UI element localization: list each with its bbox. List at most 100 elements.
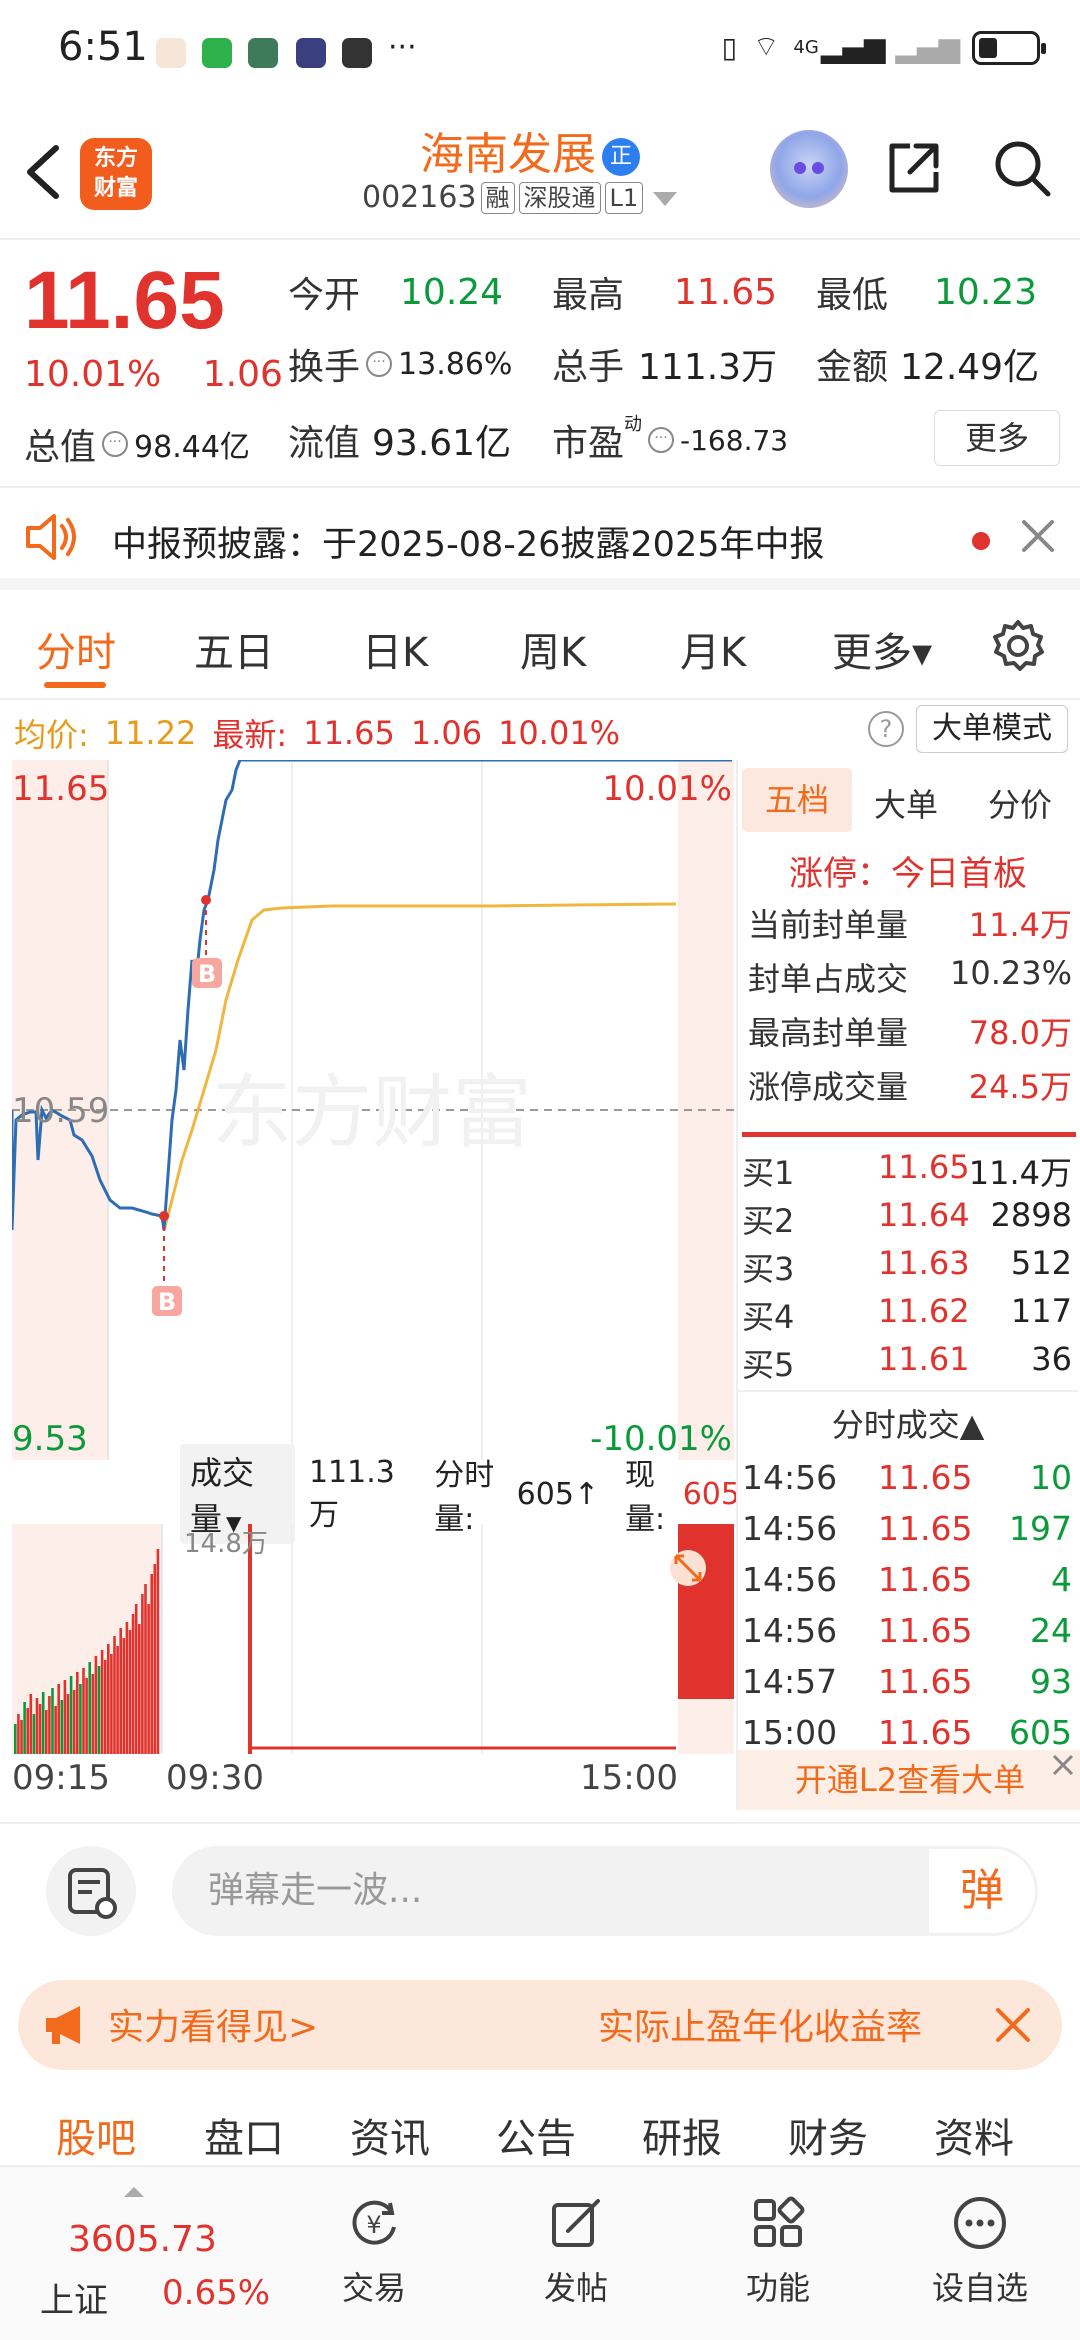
- volume-chart[interactable]: 14.8万: [12, 1524, 734, 1754]
- tab-more[interactable]: 更多▾: [832, 620, 932, 678]
- nav-add-watchlist-label: 设自选: [931, 2269, 1028, 2307]
- nav-functions[interactable]: 功能: [718, 2195, 838, 2309]
- notice-bar[interactable]: 中报预披露：于2025-08-26披露2025年中报: [0, 490, 1080, 590]
- avg-label: 均价:: [14, 716, 89, 754]
- marker-dot: [159, 1211, 169, 1221]
- tick-row: 14:56 11.65 24: [738, 1611, 1078, 1659]
- pe-dynamic-sup: 动: [624, 414, 643, 435]
- close-icon[interactable]: [1050, 1752, 1076, 1778]
- danmaku-settings-icon[interactable]: [46, 1846, 136, 1936]
- order-book-panel: 五档 大单 分价 涨停：今日首板 当前封单量 11.4万 封单占成交 10.23…: [736, 760, 1080, 1810]
- tab-five-levels[interactable]: 五档: [742, 768, 852, 832]
- bid-qty: 36: [1031, 1340, 1072, 1378]
- volume-bar: [45, 1710, 48, 1754]
- bid-label: 买1: [742, 1154, 795, 1192]
- pe-cell: 市盈 动 ··· -168.73: [552, 414, 788, 466]
- limit-row-label: 涨停成交量: [748, 1068, 909, 1106]
- tab-order-book[interactable]: 盘口: [204, 2106, 284, 2164]
- tab-financials[interactable]: 财务: [788, 2106, 868, 2164]
- active-tab-indicator: [44, 682, 106, 688]
- tab-announcements[interactable]: 公告: [496, 2106, 576, 2164]
- limit-up-title: 涨停：今日首板: [789, 854, 1027, 894]
- tick-time: 14:57: [742, 1662, 838, 1701]
- stock-code: 002163: [362, 180, 477, 215]
- volume-bar: [141, 1594, 144, 1754]
- turnover-label: 换手: [288, 347, 361, 388]
- gear-icon[interactable]: [990, 618, 1046, 674]
- close-icon[interactable]: [1018, 516, 1058, 556]
- nav-post-label: 发帖: [543, 2269, 608, 2307]
- volume-bar: [51, 1688, 54, 1754]
- tab-five-day[interactable]: 五日: [194, 620, 274, 678]
- tick-row: 14:56 11.65 4: [738, 1560, 1078, 1608]
- tab-big-orders[interactable]: 大单: [874, 780, 938, 826]
- price-line: [10, 758, 732, 1231]
- tab-news[interactable]: 资讯: [350, 2106, 430, 2164]
- amount-label: 金额: [816, 347, 889, 388]
- share-icon[interactable]: [882, 136, 946, 200]
- tab-price-split[interactable]: 分价: [988, 780, 1052, 826]
- y-axis-top: 11.65: [12, 769, 109, 809]
- bid-row[interactable]: 买3 11.63 512: [738, 1244, 1078, 1290]
- info-dots-icon[interactable]: ···: [648, 427, 675, 453]
- low-label: 最低: [816, 275, 889, 316]
- expand-icon[interactable]: [670, 1550, 706, 1586]
- bid-row[interactable]: 买1 11.65 11.4万: [738, 1148, 1078, 1194]
- l2-upgrade-bar[interactable]: 开通L2查看大单: [738, 1750, 1080, 1810]
- danmaku-input[interactable]: 弹幕走一波...: [172, 1846, 1036, 1936]
- battery-icon: [972, 30, 1046, 65]
- logo-text-1: 东方: [93, 146, 138, 171]
- bid-label: 买5: [742, 1346, 795, 1384]
- notification-app-icon: [296, 38, 326, 68]
- tab-profile[interactable]: 资料: [934, 2106, 1014, 2164]
- close-icon[interactable]: [992, 2004, 1034, 2046]
- tick-row: 14:56 11.65 197: [738, 1509, 1078, 1557]
- tab-month-k[interactable]: 月K: [680, 620, 746, 678]
- volume-bar: [113, 1636, 116, 1754]
- volume-bar: [116, 1646, 119, 1754]
- volume-bar: [29, 1694, 33, 1754]
- index-percent: 0.65%: [162, 2273, 271, 2313]
- nav-add-watchlist[interactable]: 设自选: [920, 2195, 1040, 2309]
- limit-row-value: 24.5万: [968, 1068, 1072, 1106]
- tab-research[interactable]: 研报: [642, 2106, 722, 2164]
- index-ticker[interactable]: 3605.73 上证 0.65%: [40, 2185, 296, 2325]
- wechat-icon: [202, 38, 232, 68]
- limit-row-value: 78.0万: [968, 1014, 1072, 1052]
- tick-time: 14:56: [742, 1509, 838, 1548]
- tick-row: 14:56 11.65 10: [738, 1458, 1078, 1506]
- bid-price: 11.61: [878, 1340, 970, 1378]
- tab-day-k[interactable]: 日K: [362, 620, 428, 678]
- nav-trade[interactable]: ¥ 交易: [314, 2195, 434, 2309]
- limit-row-label: 当前封单量: [748, 906, 909, 944]
- info-dots-icon[interactable]: ···: [366, 351, 393, 377]
- help-icon[interactable]: ?: [868, 711, 904, 747]
- volume-bar: [48, 1696, 51, 1754]
- tab-intraday[interactable]: 分时: [36, 620, 116, 678]
- danmaku-send-button[interactable]: 弹: [926, 1846, 1038, 1936]
- bid-row[interactable]: 买4 11.62 117: [738, 1292, 1078, 1338]
- price-change: 10.01% 1.06: [24, 354, 283, 395]
- turnover-cell: 换手 ··· 13.86%: [288, 338, 512, 390]
- quote-more-button[interactable]: 更多: [934, 410, 1060, 466]
- info-dots-icon[interactable]: ···: [102, 431, 129, 457]
- latest-amount: 1.06: [410, 714, 483, 752]
- tick-time: 14:56: [742, 1458, 838, 1497]
- stock-code-row[interactable]: 002163 融 深股通 L1: [362, 180, 679, 215]
- back-arrow-icon[interactable]: [20, 142, 64, 202]
- tab-week-k[interactable]: 周K: [520, 620, 586, 678]
- volume-bar: [57, 1684, 60, 1754]
- svg-text:¥: ¥: [366, 2211, 381, 2239]
- nav-post[interactable]: 发帖: [516, 2195, 636, 2309]
- intraday-chart[interactable]: 东方财富 B B 11.65 10.59 9.53 10.01% -10.01%: [10, 758, 734, 1460]
- assistant-robot-icon[interactable]: [770, 130, 848, 208]
- bid-row[interactable]: 买5 11.61 36: [738, 1340, 1078, 1386]
- promo-banner[interactable]: 实力看得见> 实际止盈年化收益率: [18, 1980, 1062, 2070]
- search-icon[interactable]: [990, 136, 1054, 200]
- ticks-title[interactable]: 分时成交▲: [738, 1400, 1078, 1446]
- tab-forum[interactable]: 股吧: [56, 2106, 136, 2164]
- tick-price: 11.65: [878, 1458, 973, 1497]
- bid-row[interactable]: 买2 11.64 2898: [738, 1196, 1078, 1242]
- price-info-line: 均价: 11.22 最新: 11.65 1.06 10.01% ? 大单模式: [0, 700, 1080, 760]
- big-order-mode-button[interactable]: 大单模式: [916, 705, 1068, 753]
